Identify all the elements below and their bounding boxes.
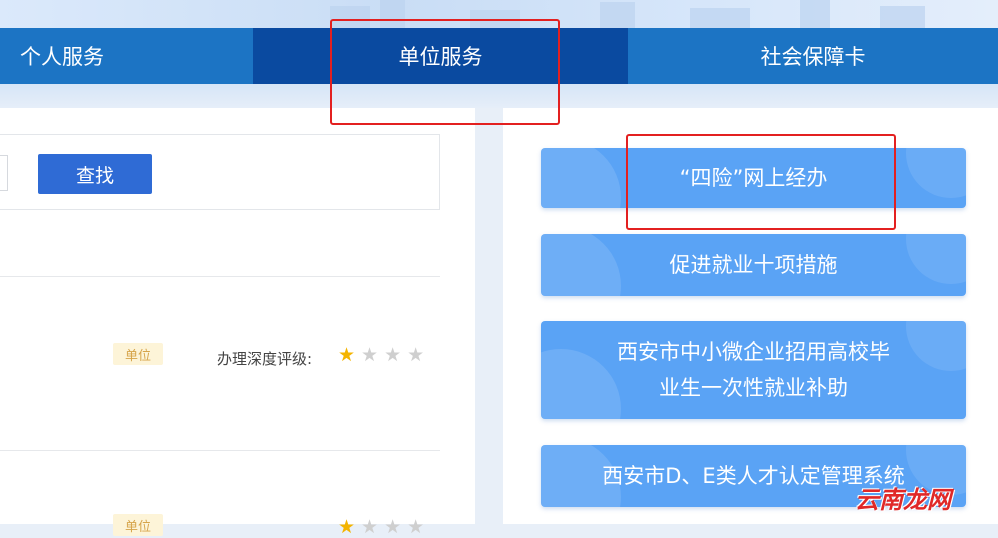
header-banner (0, 0, 998, 28)
search-input[interactable] (0, 155, 8, 191)
quick-link-label: 西安市中小微企业招用高校毕 (617, 340, 890, 364)
list-divider (0, 276, 440, 277)
star-empty-icon: ★ (407, 516, 425, 538)
tab-personal-service[interactable]: 个人服务 (0, 28, 253, 84)
star-empty-icon: ★ (361, 516, 379, 538)
main-nav: 个人服务 单位服务 社会保障卡 (0, 28, 998, 84)
list-divider (0, 450, 440, 451)
graduate-subsidy-button[interactable]: 西安市中小微企业招用高校毕 业生一次性就业补助 (541, 321, 966, 419)
quick-link-label: 西安市D、E类人才认定管理系统 (602, 464, 905, 488)
tab-unit-service[interactable]: 单位服务 (253, 28, 628, 84)
banner-building (800, 0, 830, 28)
four-insurance-online-button[interactable]: “四险”网上经办 (541, 148, 966, 208)
search-button[interactable]: 查找 (38, 154, 152, 194)
banner-building (380, 0, 405, 28)
rating-stars: ★ ★ ★ ★ (338, 518, 424, 537)
star-filled-icon: ★ (338, 344, 356, 366)
banner-building (880, 6, 925, 28)
star-empty-icon: ★ (361, 344, 379, 366)
banner-building (600, 2, 635, 28)
quick-links-panel: “四险”网上经办 促进就业十项措施 西安市中小微企业招用高校毕 业生一次性就业补… (503, 108, 998, 524)
quick-link-label: 促进就业十项措施 (669, 253, 838, 277)
unit-tag: 单位 (113, 514, 163, 536)
service-list-panel: 查找 单位 办理深度评级: ★ ★ ★ ★ 单位 ★ ★ ★ ★ (0, 108, 475, 537)
sub-banner (0, 84, 998, 108)
star-empty-icon: ★ (384, 516, 402, 538)
star-empty-icon: ★ (384, 344, 402, 366)
quick-link-label: “四险”网上经办 (679, 166, 828, 190)
tab-social-security-card[interactable]: 社会保障卡 (628, 28, 998, 84)
star-filled-icon: ★ (338, 516, 356, 538)
banner-building (330, 6, 370, 28)
employment-measures-button[interactable]: 促进就业十项措施 (541, 234, 966, 296)
unit-tag: 单位 (113, 343, 163, 365)
star-empty-icon: ★ (407, 344, 425, 366)
search-bar: 查找 (0, 134, 440, 210)
rating-label: 办理深度评级: (217, 350, 313, 368)
quick-link-label: 业生一次性就业补助 (659, 376, 848, 400)
banner-building (690, 8, 750, 28)
banner-building (470, 10, 520, 28)
rating-stars: ★ ★ ★ ★ (338, 346, 424, 365)
